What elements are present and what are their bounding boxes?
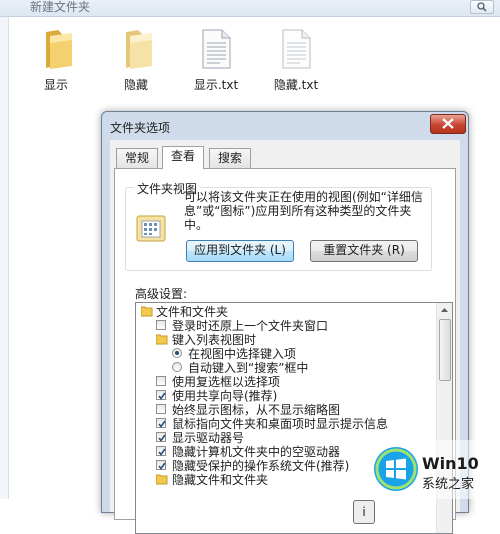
search-button[interactable] (470, 0, 494, 14)
setting-label: 显示驱动器号 (172, 431, 245, 445)
file-label: 隐藏 (123, 78, 148, 92)
setting-label: 隐藏受保护的操作系统文件(推荐) (172, 459, 350, 473)
setting-label: 鼠标指向文件夹和桌面项时显示提示信息 (172, 417, 389, 431)
checkmark-icon (158, 434, 166, 442)
folder-view-icon (136, 215, 166, 242)
radio-button[interactable] (172, 348, 182, 358)
checkbox[interactable] (156, 376, 166, 386)
checkbox[interactable] (156, 390, 166, 400)
checkmark-icon (158, 448, 166, 456)
setting-label: 始终显示图标，从不显示缩略图 (172, 403, 341, 417)
folder-icon (141, 306, 153, 317)
tab-general[interactable]: 常规 (116, 148, 159, 168)
checkbox[interactable] (156, 460, 166, 470)
search-icon (477, 2, 487, 12)
explorer-title-bar: 新建文件夹 (0, 0, 500, 17)
file-label: 显示 (43, 78, 68, 92)
folder-icon (156, 334, 168, 345)
apply-to-folders-button[interactable]: 应用到文件夹 (L) (186, 240, 294, 262)
folder-icon (156, 474, 168, 485)
setting-label: 使用共享向导(推荐) (172, 389, 278, 403)
tab-view[interactable]: 查看 (162, 146, 205, 169)
folder-icon (126, 30, 152, 69)
text-file-icon (202, 29, 231, 69)
radio-button[interactable] (172, 362, 182, 372)
file-item-text-show[interactable]: 显示.txt (186, 28, 246, 93)
checkmark-icon (158, 392, 166, 400)
setting-label: 登录时还原上一个文件夹窗口 (172, 319, 329, 333)
setting-label: 自动键入到“搜索”框中 (188, 361, 309, 375)
setting-label: 在视图中选择键入项 (188, 347, 297, 361)
folder-views-description: 可以将该文件夹正在使用的视图(例如“详细信息”或“图标”)应用到所有这种类型的文… (184, 190, 423, 232)
checkbox[interactable] (156, 320, 166, 330)
dialog-title: 文件夹选项 (110, 121, 171, 135)
watermark-site: 系统之家 (422, 477, 475, 492)
setting-label: 文件和文件夹 (156, 305, 229, 319)
checkbox[interactable] (156, 404, 166, 414)
file-item-folder-show[interactable]: 显示 (26, 28, 86, 93)
checkbox[interactable] (156, 418, 166, 428)
checkmark-icon (158, 462, 166, 470)
file-item-folder-hide[interactable]: 隐藏 (106, 28, 166, 93)
folder-views-group: 文件夹视图 可以将该文件夹正在使用的视图(例如“详细信息”或“图标”)应用到所有… (125, 180, 432, 271)
watermark-brand: Win10 (422, 454, 479, 473)
windows-logo-icon (374, 447, 418, 491)
current-folder-name: 新建文件夹 (30, 0, 91, 14)
scroll-thumb[interactable] (439, 319, 451, 381)
partial-dialog-button[interactable]: i (353, 500, 375, 524)
navigation-pane[interactable] (0, 17, 9, 499)
file-label: 显示.txt (193, 78, 239, 92)
close-button[interactable] (430, 114, 466, 134)
text-file-icon (282, 29, 311, 69)
folder-icon (46, 30, 72, 69)
setting-label: 使用复选框以选择项 (172, 375, 281, 389)
scroll-up-button[interactable] (437, 303, 452, 317)
setting-label: 隐藏文件和文件夹 (172, 473, 269, 487)
checkmark-icon (158, 420, 166, 428)
file-label: 隐藏.txt (273, 78, 319, 92)
close-icon (442, 118, 454, 129)
setting-label: 隐藏计算机文件夹中的空驱动器 (172, 445, 341, 459)
advanced-settings-label: 高级设置: (135, 287, 188, 301)
checkbox[interactable] (156, 446, 166, 456)
checkbox[interactable] (156, 432, 166, 442)
tab-search[interactable]: 搜索 (209, 148, 252, 168)
advanced-settings-list[interactable]: 文件和文件夹 登录时还原上一个文件夹窗口 键入列表视图时 在视图中选择键入项 自… (135, 302, 453, 534)
file-item-text-hide[interactable]: 隐藏.txt (266, 28, 326, 93)
reset-folders-button[interactable]: 重置文件夹 (R) (310, 240, 418, 262)
watermark: Win10 系统之家 (367, 440, 500, 499)
chevron-up-icon (441, 308, 448, 312)
setting-label: 键入列表视图时 (172, 333, 257, 347)
